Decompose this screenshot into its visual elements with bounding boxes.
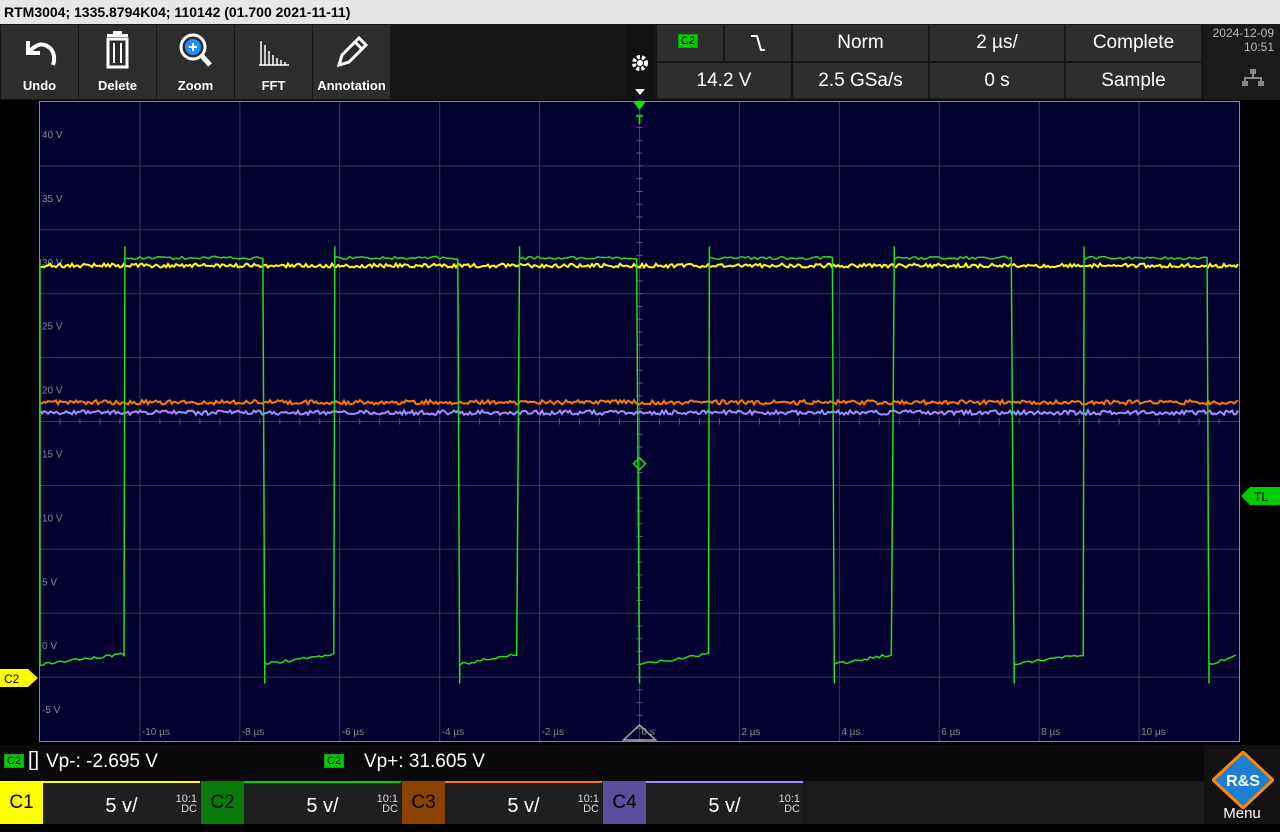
menu-label: Menu [1204,805,1280,822]
falling-edge-icon [750,34,766,52]
y-axis-label: 40 V [42,130,63,141]
pencil-icon [313,31,390,71]
channel-c3[interactable]: C3 5 v/ DC 10:1 [402,781,602,824]
channel-c3-scale-text: 5 v/ [507,795,539,817]
channel-c3-scale: 5 v/ DC 10:1 [445,781,602,824]
waveform-canvas: 40 V35 V30 V25 V20 V15 V10 V5 V0 V-5 V-1… [40,102,1239,741]
gear-icon [630,53,650,73]
channel-c3-tag: C3 [402,781,445,824]
channel-c2-probe: 10:1 [377,776,398,822]
rs-logo: R&S [1212,751,1274,809]
channel-c1-scale: 5 v/ DC 10:1 [43,781,200,824]
undo-icon [1,31,78,71]
trigger-source-cell[interactable]: C2 [657,25,723,61]
c2-trace [40,246,1236,683]
annotation-button[interactable]: Annotation [313,25,390,99]
menu-button[interactable]: R&S Menu [1204,745,1280,824]
acq-mode-cell[interactable]: Sample [1066,63,1201,98]
channel-c4[interactable]: C4 5 v/ DC 10:1 [603,781,803,824]
undo-label: Undo [1,78,78,93]
vp-minus-channel-badge: C2 [4,754,24,768]
delete-label: Delete [79,78,156,93]
x-axis-label: 4 µs [841,727,860,738]
c2-ref-marker-label: C2 [4,672,20,686]
y-axis-label: 15 V [42,449,63,460]
trigger-level-marker-label: TL [1254,490,1268,504]
x-axis-label: -2 µs [542,727,564,738]
x-axis-label: -4 µs [442,727,464,738]
trigger-level-marker[interactable]: TL [1240,486,1280,506]
channel-c1-probe: 10:1 [176,776,197,822]
y-axis-label: 35 V [42,194,63,205]
trash-icon [79,31,156,71]
trigger-mode-cell[interactable]: Norm [793,25,928,61]
channel-c1-scale-text: 5 v/ [105,795,137,817]
x-axis-label: 10 µs [1141,727,1166,738]
channel-c4-scale: 5 v/ DC 10:1 [646,781,803,824]
zoom-label: Zoom [157,78,234,93]
chevron-down-icon [635,89,645,95]
x-axis-label: -10 µs [142,727,170,738]
date-text: 2024-12-09 [1213,26,1274,40]
y-axis-label: 5 V [42,577,57,588]
channel-c4-scale-text: 5 v/ [708,795,740,817]
acq-state-cell[interactable]: Complete [1066,25,1201,61]
y-axis-label: 20 V [42,386,63,397]
time-scale-cell[interactable]: 2 µs/ [930,25,1064,61]
annotation-label: Annotation [313,78,390,93]
datetime-panel: 2024-12-09 10:51 [1204,24,1280,100]
title-bar: RTM3004; 1335.8794K04; 110142 (01.700 20… [0,0,1280,24]
y-axis-label: -5 V [42,705,61,716]
x-axis-label: 6 µs [941,727,960,738]
channel-c4-tag: C4 [603,781,646,824]
zoom-button[interactable]: Zoom [157,25,234,99]
y-axis-label: 25 V [42,322,63,333]
fft-button[interactable]: FFT [235,25,312,99]
network-icon [1242,69,1264,87]
c2-ref-marker[interactable]: C2 [0,668,40,688]
channel-c2[interactable]: C2 5 v/ DC 10:1 [201,781,401,824]
waveform-display[interactable]: 40 V 35 V 30 V 25 V 20 V 15 V 10 V5 V0 V -5 V -1… [39,101,1240,742]
settings-toggle[interactable] [625,25,655,100]
zoom-icon [157,31,234,71]
x-axis-label: -6 µs [342,727,364,738]
channel-bar: C1 5 v/ DC 10:1 C2 5 v/ DC 10:1 C3 5 v/ … [0,781,1280,824]
trigger-level-cell[interactable]: 14.2 V [657,63,791,98]
time-text: 10:51 [1213,40,1274,54]
channel-c2-scale-text: 5 v/ [306,795,338,817]
channel-c2-scale: 5 v/ DC 10:1 [244,781,401,824]
channel-c1-tag: C1 [0,781,43,824]
vp-plus-channel-badge: C2 [324,754,344,768]
undo-button[interactable]: Undo [1,25,78,99]
vp-minus-value: Vp-: -2.695 V [46,751,158,773]
trigger-source-badge: C2 [678,34,698,48]
delete-button[interactable]: Delete [79,25,156,99]
x-axis-label: 2 µs [741,727,760,738]
y-axis-label: 0 V [42,641,57,652]
y-axis-label: 10 V [42,513,63,524]
fft-label: FFT [235,78,312,93]
channel-c1[interactable]: C1 5 v/ DC 10:1 [0,781,200,824]
logo-text: R&S [1226,773,1260,790]
time-offset-cell[interactable]: 0 s [930,63,1064,98]
vp-minus-bracket: [] [28,749,39,772]
datetime-display: 2024-12-09 10:51 [1213,26,1274,54]
channel-c3-probe: 10:1 [578,776,599,822]
trigger-slope-cell[interactable] [725,25,791,61]
channel-c4-probe: 10:1 [779,776,800,822]
vp-plus-value: Vp+: 31.605 V [364,751,485,773]
sample-rate-cell[interactable]: 2.5 GSa/s [793,63,928,98]
x-axis-label: -8 µs [242,727,264,738]
trigger-position-label: T [636,113,644,127]
trigger-position-marker [634,102,646,110]
channel-c2-tag: C2 [201,781,244,824]
x-axis-label: 8 µs [1041,727,1060,738]
fft-icon [235,31,312,71]
